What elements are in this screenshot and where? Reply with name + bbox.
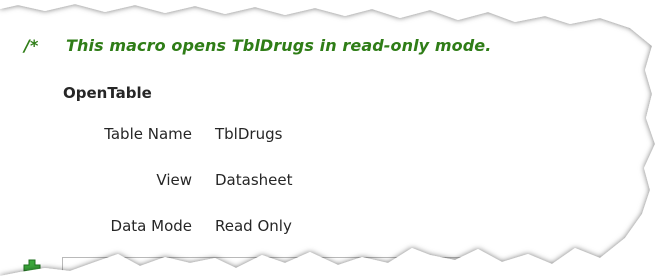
comment-marker: /* — [24, 36, 39, 55]
argument-value-view[interactable]: Datasheet — [215, 171, 292, 189]
plus-icon[interactable] — [23, 259, 41, 277]
comment-text: This macro opens TblDrugs in read-only m… — [66, 36, 492, 55]
chevron-down-icon[interactable] — [428, 258, 465, 279]
argument-value-data-mode[interactable]: Read Only — [215, 217, 292, 235]
argument-label-view: View — [156, 171, 192, 189]
macro-comment[interactable]: /* This macro opens TblDrugs in read-only… — [24, 36, 491, 55]
macro-designer-panel: /* This macro opens TblDrugs in read-only… — [0, 0, 667, 279]
argument-value-table-name[interactable]: TblDrugs — [215, 125, 282, 143]
argument-label-table-name: Table Name — [104, 125, 192, 143]
argument-label-data-mode: Data Mode — [110, 217, 192, 235]
action-name-openTable[interactable]: OpenTable — [63, 84, 152, 102]
add-new-action-combo[interactable] — [62, 257, 466, 279]
